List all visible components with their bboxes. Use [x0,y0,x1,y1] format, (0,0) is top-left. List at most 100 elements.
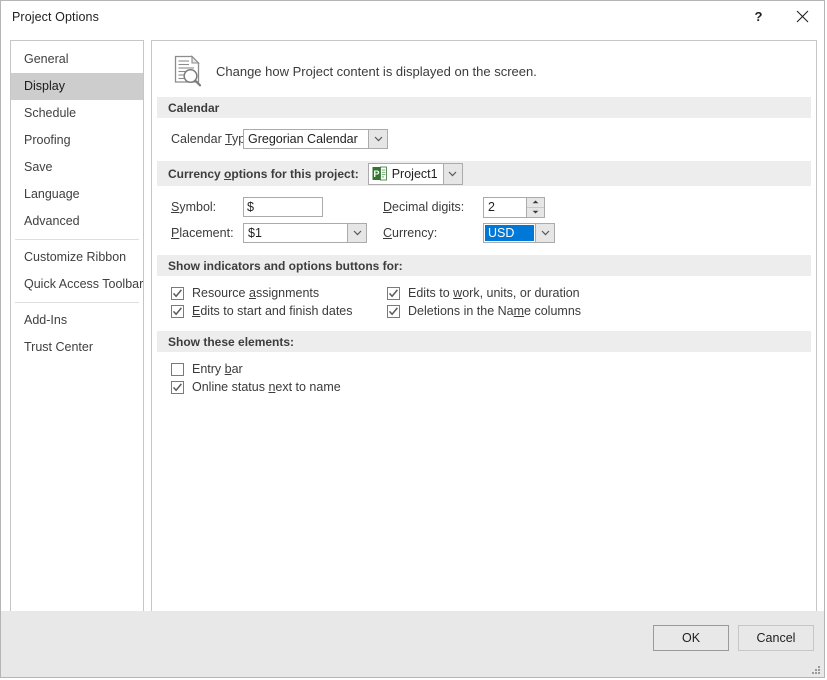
close-icon [796,10,809,23]
currency-value: USD [485,225,534,241]
section-header-calendar: Calendar [157,97,811,118]
calendar-type-dropdown[interactable]: Gregorian Calendar [243,129,388,149]
page-header: Change how Project content is displayed … [152,41,816,97]
calendar-type-value: Gregorian Calendar [244,130,368,148]
checkbox-edits-to-work-units-duration[interactable]: Edits to work, units, or duration [387,286,816,300]
sidebar-item-trust-center[interactable]: Trust Center [11,334,143,361]
checkbox-checked-icon [171,287,184,300]
symbol-input[interactable] [243,197,323,217]
section-header-currency: Currency options for this project: P [157,161,811,186]
symbol-row: Symbol: Decimal digits: 2 [171,195,816,219]
project-selector-value: Project1 [392,167,438,181]
indicators-col-left-1: Resource assignments [171,286,387,300]
project-options-dialog: Project Options ? General Display Schedu… [0,0,825,678]
options-category-list: General Display Schedule Proofing Save L… [10,40,144,643]
checkbox-label: Deletions in the Name columns [408,304,581,318]
checkbox-label: Edits to work, units, or duration [408,286,580,300]
checkbox-checked-icon [171,305,184,318]
sidebar-item-advanced[interactable]: Advanced [11,208,143,235]
sidebar-item-customize-ribbon[interactable]: Customize Ribbon [11,244,143,271]
indicators-checkbox-row-1: Resource assignments Edits to work, unit… [171,286,816,300]
chevron-down-icon [535,224,554,242]
checkbox-label: Edits to start and finish dates [192,304,353,318]
checkbox-label: Online status next to name [192,380,341,394]
section-elements: Show these elements: Entry bar [152,331,816,407]
dialog-footer: OK Cancel [1,611,824,677]
ok-button[interactable]: OK [653,625,729,651]
placement-label: Placement: [171,226,243,240]
title-bar-buttons: ? [736,1,824,32]
svg-text:P: P [373,169,379,179]
section-currency: Currency options for this project: P [152,161,816,255]
window-title: Project Options [12,10,99,24]
project-selector-dropdown[interactable]: P Project1 [368,163,463,185]
section-header-elements: Show these elements: [157,331,811,352]
indicators-col-right-2: Deletions in the Name columns [387,304,816,318]
elements-col-1: Entry bar [171,362,816,376]
section-calendar: Calendar Calendar Type: Gregorian Calend… [152,97,816,161]
sidebar-item-save[interactable]: Save [11,154,143,181]
project-file-icon: P [372,166,387,181]
placement-row: Placement: $1 Currency: USD [171,221,816,245]
checkbox-resource-assignments[interactable]: Resource assignments [171,286,387,300]
stepper-down-icon[interactable] [527,208,544,217]
indicators-col-left-2: Edits to start and finish dates [171,304,387,318]
sidebar-item-proofing[interactable]: Proofing [11,127,143,154]
chevron-down-icon [443,164,462,184]
sidebar-item-add-ins[interactable]: Add-Ins [11,307,143,334]
elements-checkbox-grid: Entry bar Online status next to name [152,352,816,407]
sidebar-separator-2 [15,302,139,303]
chevron-down-icon [347,224,366,242]
dialog-body: General Display Schedule Proofing Save L… [1,32,824,611]
checkbox-label: Resource assignments [192,286,319,300]
indicators-checkbox-grid: Resource assignments Edits to work, unit… [152,276,816,331]
help-button[interactable]: ? [736,1,780,32]
indicators-checkbox-row-2: Edits to start and finish dates Deletion… [171,304,816,318]
currency-section-label: Currency options for this project: [168,167,359,181]
stepper-up-icon[interactable] [527,198,544,208]
sidebar-item-display[interactable]: Display [11,73,143,100]
document-search-icon [173,55,203,87]
checkbox-label: Entry bar [192,362,243,376]
checkbox-edits-to-start-finish-dates[interactable]: Edits to start and finish dates [171,304,387,318]
elements-checkbox-row-2: Online status next to name [171,380,816,394]
checkbox-unchecked-icon [171,363,184,376]
svg-text:?: ? [754,9,762,24]
close-button[interactable] [780,1,824,32]
section-header-indicators: Show indicators and options buttons for: [157,255,811,276]
calendar-type-row: Calendar Type: Gregorian Calendar [171,127,816,151]
checkbox-checked-icon [387,287,400,300]
decimal-digits-stepper[interactable]: 2 [483,197,545,218]
currency-dropdown[interactable]: USD [483,223,555,243]
checkbox-deletions-in-name-columns[interactable]: Deletions in the Name columns [387,304,816,318]
page-header-text: Change how Project content is displayed … [216,64,537,79]
cancel-button[interactable]: Cancel [738,625,814,651]
indicators-col-right-1: Edits to work, units, or duration [387,286,816,300]
placement-dropdown[interactable]: $1 [243,223,367,243]
currency-rows: Symbol: Decimal digits: 2 [152,186,816,255]
symbol-label: Symbol: [171,200,243,214]
sidebar-item-general[interactable]: General [11,46,143,73]
checkbox-online-status-next-to-name[interactable]: Online status next to name [171,380,816,394]
sidebar-separator-1 [15,239,139,240]
elements-checkbox-row-1: Entry bar [171,362,816,376]
checkbox-checked-icon [387,305,400,318]
decimal-digits-label: Decimal digits: [383,200,483,214]
decimal-digits-buttons [526,198,544,217]
title-bar: Project Options ? [1,1,824,32]
question-mark-icon: ? [752,9,765,24]
elements-col-2: Online status next to name [171,380,816,394]
section-indicators: Show indicators and options buttons for:… [152,255,816,331]
resize-grip-icon[interactable] [809,663,821,675]
checkbox-checked-icon [171,381,184,394]
options-content-panel: Change how Project content is displayed … [151,40,817,643]
decimal-digits-value: 2 [484,198,526,217]
checkbox-entry-bar[interactable]: Entry bar [171,362,816,376]
sidebar-item-language[interactable]: Language [11,181,143,208]
calendar-rows: Calendar Type: Gregorian Calendar [152,118,816,161]
project-selector-value-wrap: P Project1 [369,164,443,184]
sidebar-item-schedule[interactable]: Schedule [11,100,143,127]
chevron-down-icon [368,130,387,148]
sidebar-item-quick-access-toolbar[interactable]: Quick Access Toolbar [11,271,143,298]
calendar-type-label: Calendar Type: [171,132,243,146]
